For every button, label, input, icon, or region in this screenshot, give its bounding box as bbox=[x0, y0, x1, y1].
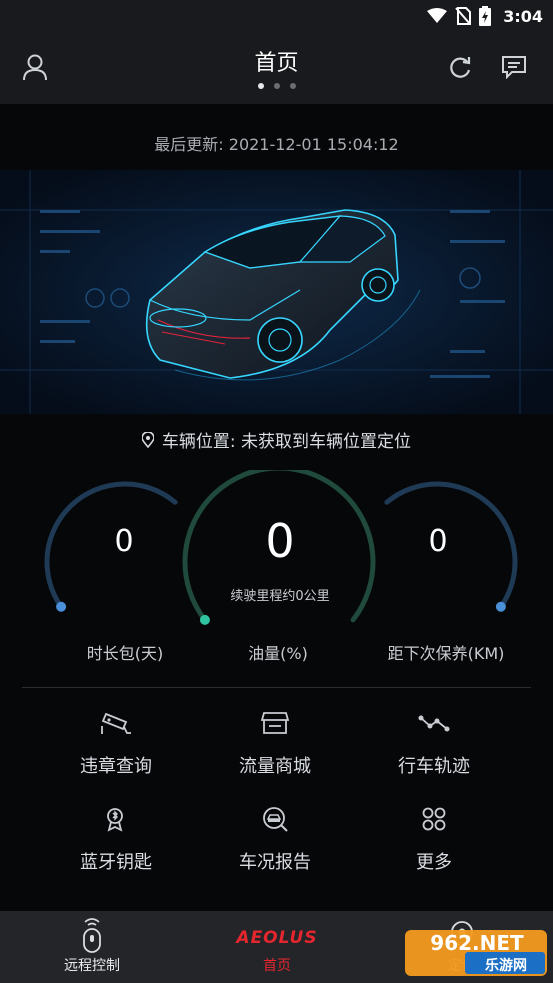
violation-query-label: 违章查询 bbox=[80, 756, 152, 777]
nav-home-label: 首页 bbox=[263, 958, 291, 974]
remote-key-icon bbox=[83, 918, 101, 953]
car-report-label: 车况报告 bbox=[239, 852, 311, 873]
bluetooth-key-icon bbox=[107, 808, 123, 832]
car-banner bbox=[0, 170, 553, 414]
fuel-label: 油量(%) bbox=[248, 644, 308, 663]
time-package-value: 0 bbox=[114, 524, 134, 559]
more-tile[interactable]: 更多 bbox=[354, 796, 514, 876]
gauge-level-indicator bbox=[56, 601, 67, 612]
app-header: 首页 bbox=[0, 32, 553, 104]
last-updated-text: 最后更新: 2021-12-01 15:04:12 bbox=[154, 135, 399, 154]
status-time: 3:04 bbox=[503, 6, 543, 26]
refresh-icon bbox=[450, 57, 471, 78]
nav-remote-control[interactable]: 远程控制 bbox=[40, 911, 144, 983]
nav-home[interactable]: AEOLUS 首页 bbox=[222, 911, 332, 983]
watermark: 962.NET 乐游网 bbox=[405, 928, 547, 978]
data-store-tile[interactable]: 流量商城 bbox=[195, 700, 355, 780]
gauge-level-indicator bbox=[199, 614, 210, 625]
status-bar: 3:04 bbox=[0, 0, 553, 32]
data-store-label: 流量商城 bbox=[239, 756, 311, 777]
message-icon bbox=[502, 56, 526, 79]
driving-track-tile[interactable]: 行车轨迹 bbox=[354, 700, 514, 780]
maintenance-label: 距下次保养(KM) bbox=[387, 644, 505, 663]
maintenance-value: 0 bbox=[428, 524, 448, 559]
messages-button[interactable] bbox=[497, 50, 531, 84]
car-illustration bbox=[0, 170, 553, 414]
car-report-tile[interactable]: 车况报告 bbox=[195, 796, 355, 876]
more-grid-icon bbox=[422, 807, 446, 831]
wifi-icon bbox=[427, 8, 448, 23]
car-report-icon bbox=[263, 807, 288, 832]
traffic-camera-icon bbox=[101, 712, 131, 734]
no-sim-icon bbox=[455, 7, 472, 25]
page-dot bbox=[257, 83, 264, 89]
more-label: 更多 bbox=[416, 852, 452, 873]
divider bbox=[22, 687, 531, 688]
store-icon bbox=[261, 712, 289, 734]
page-dot bbox=[273, 83, 280, 89]
nav-remote-control-label: 远程控制 bbox=[64, 958, 120, 974]
page-dot bbox=[289, 83, 296, 89]
bluetooth-key-tile[interactable]: 蓝牙钥匙 bbox=[36, 796, 196, 876]
fuel-value: 0 bbox=[265, 514, 295, 568]
vehicle-location-text: 车辆位置: 未获取到车辆位置定位 bbox=[161, 432, 412, 452]
aeolus-logo: AEOLUS bbox=[236, 928, 318, 948]
route-icon bbox=[418, 715, 450, 732]
gauge-level-indicator bbox=[495, 601, 506, 612]
bluetooth-key-label: 蓝牙钥匙 bbox=[80, 852, 152, 873]
status-icons: 3:04 bbox=[427, 4, 543, 28]
driving-track-label: 行车轨迹 bbox=[398, 756, 470, 777]
vehicle-location: 车辆位置: 未获取到车辆位置定位 bbox=[0, 427, 553, 452]
time-package-label: 时长包(天) bbox=[86, 644, 164, 663]
gauge-panel: 0 时长包(天) 0 续驶里程约0公里 油量(%) 0 距下次保养(KM) bbox=[0, 465, 553, 670]
battery-charging-icon bbox=[479, 6, 492, 26]
range-text: 续驶里程约0公里 bbox=[230, 589, 330, 604]
violation-query-tile[interactable]: 违章查询 bbox=[36, 700, 196, 780]
refresh-button[interactable] bbox=[443, 50, 477, 84]
watermark-text: 962.NET bbox=[430, 931, 524, 955]
map-pin-icon bbox=[141, 431, 154, 448]
watermark-subtext: 乐游网 bbox=[485, 958, 527, 974]
